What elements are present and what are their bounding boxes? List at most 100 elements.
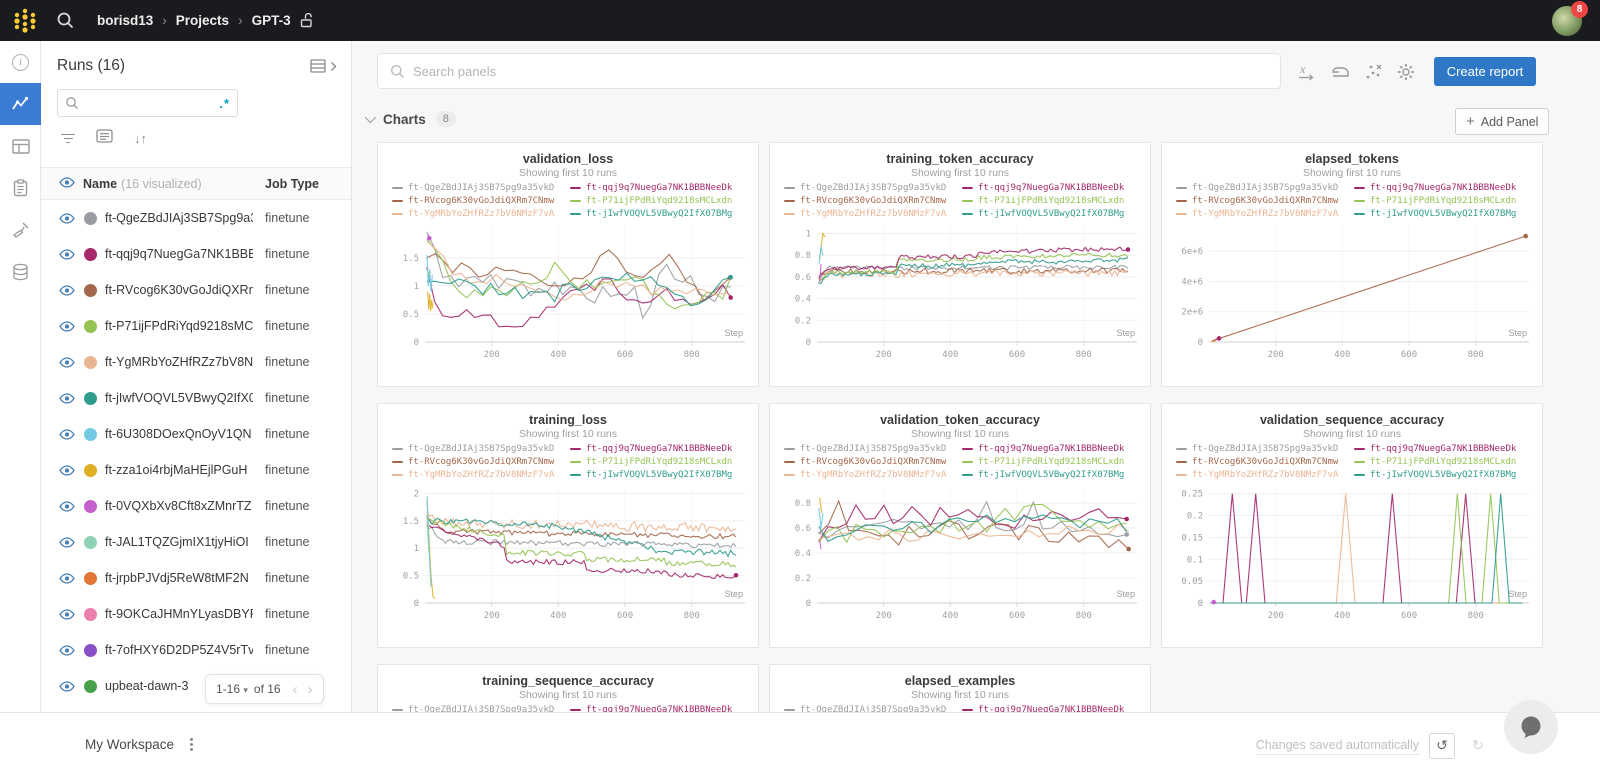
rail-overview-icon[interactable]: i [0, 41, 41, 83]
visibility-eye-icon[interactable] [59, 177, 75, 191]
next-page-button[interactable]: › [308, 681, 313, 698]
chat-button[interactable] [1504, 700, 1558, 754]
workspace-menu-icon[interactable] [190, 738, 193, 751]
run-name[interactable]: ft-0VQXbXv8Cft8xZMnrTZ [105, 499, 253, 513]
create-report-button[interactable]: Create report [1434, 57, 1536, 86]
svg-text:800: 800 [1076, 350, 1092, 360]
chart-panel-validation_sequence_accuracy[interactable]: validation_sequence_accuracyShowing firs… [1161, 403, 1543, 648]
wandb-logo-icon[interactable] [12, 6, 38, 36]
chart-plot[interactable]: 20040060080000.050.10.150.20.25Step [1169, 483, 1535, 635]
visibility-eye-icon[interactable] [59, 357, 75, 368]
run-name[interactable]: ft-qqj9q7NuegGa7NK1BBBNeeDk [105, 247, 253, 261]
visibility-eye-icon[interactable] [59, 285, 75, 296]
visibility-eye-icon[interactable] [59, 681, 75, 692]
chart-panel-elapsed_examples[interactable]: elapsed_examplesShowing first 10 runsft-… [769, 664, 1151, 712]
chart-panel-training_sequence_accuracy[interactable]: training_sequence_accuracyShowing first … [377, 664, 759, 712]
run-row[interactable]: ft-YgMRbYoZHfRZz7bV8NMzF7vAfinetune [41, 344, 351, 380]
smoothing-icon[interactable] [1329, 61, 1351, 83]
regex-toggle[interactable]: .* [219, 96, 230, 111]
chart-panel-elapsed_tokens[interactable]: elapsed_tokensShowing first 10 runsft-Qg… [1161, 142, 1543, 387]
run-name[interactable]: ft-P71ijFPdRiYqd9218sMCLxdn [105, 319, 253, 333]
visibility-eye-icon[interactable] [59, 465, 75, 476]
navbar-profile[interactable]: 8 [1552, 6, 1582, 36]
chevron-down-icon[interactable] [365, 112, 376, 123]
visibility-eye-icon[interactable] [59, 573, 75, 584]
visibility-eye-icon[interactable] [59, 213, 75, 224]
run-row[interactable]: ft-P71ijFPdRiYqd9218sMCLxdnfinetune [41, 308, 351, 344]
run-row[interactable]: ft-qqj9q7NuegGa7NK1BBBNeeDkfinetune [41, 236, 351, 272]
chart-area[interactable]: 20040060080000.511.52Step [385, 483, 751, 640]
run-row[interactable]: ft-RVcog6K30vGoJdiQXRm7CNmwfinetune [41, 272, 351, 308]
chart-plot[interactable]: 20040060080002e+64e+66e+6Step [1169, 222, 1535, 374]
outliers-icon[interactable] [1363, 61, 1385, 83]
sort-icon[interactable]: ↓↑ [134, 131, 147, 146]
prev-page-button[interactable]: ‹ [293, 681, 298, 698]
run-name[interactable]: ft-RVcog6K30vGoJdiQXRm7CNmw [105, 283, 253, 297]
workspace-title[interactable]: My Workspace [85, 737, 174, 752]
chart-plot[interactable]: 20040060080000.20.40.60.81Step [777, 222, 1143, 374]
chart-plot[interactable]: 20040060080000.20.40.60.8Step [777, 483, 1143, 635]
visibility-eye-icon[interactable] [59, 429, 75, 440]
run-name[interactable]: ft-YgMRbYoZHfRZz7bV8NMzF7vA [105, 355, 253, 369]
run-name[interactable]: ft-jrpbPJVdj5ReW8tMF2N [105, 571, 253, 585]
breadcrumb-user[interactable]: borisd13 [97, 13, 153, 28]
run-name[interactable]: ft-QgeZBdJIAj3SB7Spg9a35vkD [105, 211, 253, 225]
job-type-column-header[interactable]: Job Type [265, 177, 319, 191]
legend-dash [1176, 461, 1187, 463]
run-row[interactable]: ft-QgeZBdJIAj3SB7Spg9a35vkDfinetune [41, 200, 351, 236]
group-icon[interactable] [96, 129, 113, 148]
charts-section-title[interactable]: Charts [383, 112, 426, 127]
run-name[interactable]: ft-6U308DOexQnOyV1QN [105, 427, 253, 441]
chart-panel-validation_token_accuracy[interactable]: validation_token_accuracyShowing first 1… [769, 403, 1151, 648]
rail-logs-icon[interactable] [0, 167, 41, 209]
undo-button[interactable]: ↺ [1429, 733, 1455, 759]
visibility-eye-icon[interactable] [59, 393, 75, 404]
breadcrumb-project[interactable]: GPT-3 [252, 13, 291, 28]
rail-sweeps-icon[interactable] [0, 209, 41, 251]
run-row[interactable]: ft-0VQXbXv8Cft8xZMnrTZfinetune [41, 488, 351, 524]
add-panel-button[interactable]: + Add Panel [1455, 108, 1549, 135]
run-row[interactable]: ft-7ofHXY6D2DP5Z4V5rTvfinetune [41, 632, 351, 668]
run-row[interactable]: ft-zza1oi4rbjMaHEjlPGuHfinetune [41, 452, 351, 488]
run-row[interactable]: ft-6U308DOexQnOyV1QNfinetune [41, 416, 351, 452]
run-row[interactable]: ft-JAL1TQZGjmIX1tjyHiOIfinetune [41, 524, 351, 560]
run-row[interactable]: ft-jIwfVOQVL5VBwyQ2IfX07BMgfinetune [41, 380, 351, 416]
chart-panel-validation_loss[interactable]: validation_lossShowing first 10 runsft-Q… [377, 142, 759, 387]
expand-table-button[interactable] [310, 59, 337, 74]
filter-icon[interactable] [61, 134, 75, 144]
visibility-eye-icon[interactable] [59, 609, 75, 620]
chart-panel-training_loss[interactable]: training_lossShowing first 10 runsft-Qge… [377, 403, 759, 648]
rail-table-icon[interactable] [0, 125, 41, 167]
run-name[interactable]: ft-zza1oi4rbjMaHEjlPGuH [105, 463, 253, 477]
visibility-eye-icon[interactable] [59, 501, 75, 512]
rail-artifacts-icon[interactable] [0, 251, 41, 293]
x-axis-settings-icon[interactable]: x [1295, 61, 1317, 83]
chart-area[interactable]: 20040060080000.511.5Step [385, 222, 751, 379]
chart-area[interactable]: 20040060080002e+64e+66e+6Step [1169, 222, 1535, 379]
run-name[interactable]: ft-7ofHXY6D2DP5Z4V5rTv [105, 643, 253, 657]
gear-icon[interactable] [1395, 61, 1417, 83]
run-row[interactable]: ft-jrpbPJVdj5ReW8tMF2Nfinetune [41, 560, 351, 596]
notification-badge[interactable]: 8 [1571, 1, 1588, 18]
chart-plot[interactable]: 20040060080000.511.5Step [385, 222, 751, 374]
chart-area[interactable]: 20040060080000.050.10.150.20.25Step [1169, 483, 1535, 640]
run-name[interactable]: ft-9OKCaJHMnYLyasDBYF [105, 607, 253, 621]
visibility-eye-icon[interactable] [59, 537, 75, 548]
chart-plot[interactable]: 20040060080000.511.52Step [385, 483, 751, 635]
runs-search-input[interactable] [85, 96, 219, 110]
run-name[interactable]: ft-jIwfVOQVL5VBwyQ2IfX07BMg [105, 391, 253, 405]
run-row[interactable]: ft-9OKCaJHMnYLyasDBYFfinetune [41, 596, 351, 632]
visibility-eye-icon[interactable] [59, 321, 75, 332]
breadcrumb-projects[interactable]: Projects [176, 13, 229, 28]
visibility-eye-icon[interactable] [59, 249, 75, 260]
panel-search-input[interactable] [413, 64, 1268, 79]
chart-panel-training_token_accuracy[interactable]: training_token_accuracyShowing first 10 … [769, 142, 1151, 387]
page-range-dropdown[interactable]: 1-16 ▾ [216, 682, 248, 696]
run-name[interactable]: ft-JAL1TQZGjmIX1tjyHiOI [105, 535, 253, 549]
rail-charts-icon[interactable] [0, 83, 41, 125]
name-column-header[interactable]: Name [83, 177, 117, 191]
chart-area[interactable]: 20040060080000.20.40.60.8Step [777, 483, 1143, 640]
chart-area[interactable]: 20040060080000.20.40.60.81Step [777, 222, 1143, 379]
navbar-search-icon[interactable] [56, 11, 75, 30]
visibility-eye-icon[interactable] [59, 645, 75, 656]
